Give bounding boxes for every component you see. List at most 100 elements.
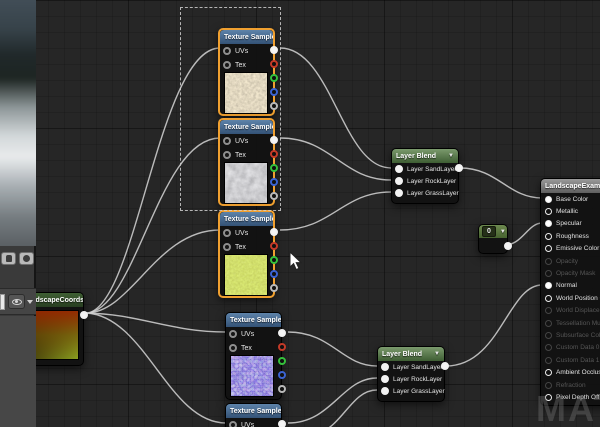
- video-watermark: MAT: [536, 388, 600, 427]
- a-output-pin[interactable]: [270, 284, 278, 292]
- eye-icon: [11, 298, 22, 305]
- node-title: Texture Sample: [224, 215, 273, 223]
- uvs-label: UVs: [235, 229, 249, 237]
- material-input-row: Ambient Occlusion: [541, 366, 600, 378]
- material-preview-viewport[interactable]: [0, 0, 36, 246]
- material-input-row: Subsurface Color: [541, 329, 600, 341]
- search-input[interactable]: [0, 293, 5, 310]
- uvs-input-pin[interactable]: [229, 421, 237, 427]
- world-displacement-pin: [545, 307, 552, 315]
- tex-label: Tex: [235, 243, 246, 251]
- constant-value: 0: [482, 226, 496, 237]
- chevron-down-icon[interactable]: [27, 299, 33, 304]
- preview-shape-sphere-button[interactable]: [19, 252, 34, 265]
- material-input-row: Roughness: [541, 230, 600, 242]
- material-input-row: Base Color: [541, 193, 600, 205]
- texture-sample-node-grass[interactable]: Texture Sample ▲ UVs Tex: [218, 210, 278, 298]
- material-result-node[interactable]: LandscapeExample_ Base Color Metallic Sp…: [540, 178, 600, 406]
- sand-layer-label: Layer SandLayer: [393, 363, 443, 371]
- grass-layer-label: Layer GrassLayer: [393, 387, 445, 395]
- sphere-icon: [23, 255, 30, 262]
- node-header[interactable]: Layer Blend ▼: [378, 347, 444, 361]
- dropdown-icon[interactable]: ▼: [500, 229, 506, 235]
- uvs-input-pin[interactable]: [229, 330, 237, 338]
- node-header[interactable]: LandscapeExample_: [541, 179, 600, 193]
- g-output-pin[interactable]: [278, 357, 286, 365]
- grass-layer-label: Layer GrassLayer: [407, 189, 459, 197]
- constant-node[interactable]: 0 ▼: [478, 224, 512, 254]
- texture-preview-grass: [224, 254, 268, 296]
- specular-pin[interactable]: [545, 220, 552, 228]
- rgb-output-pin[interactable]: [270, 228, 278, 236]
- sand-layer-pin[interactable]: [395, 165, 403, 173]
- material-input-row: Custom Data 1: [541, 354, 600, 366]
- texture-sample-node-normal[interactable]: Texture Sample ▲ UVs Tex: [225, 312, 286, 400]
- opacity-mask-pin: [545, 270, 552, 278]
- normal-pin[interactable]: [545, 282, 552, 290]
- tex-label: Tex: [241, 344, 252, 352]
- emissive-color-pin[interactable]: [545, 245, 552, 253]
- cylinder-icon: [5, 255, 12, 262]
- material-input-row: Emissive Color: [541, 243, 600, 255]
- texture-sample-node-bottom[interactable]: Texture Sample ▲ UVs: [225, 403, 286, 427]
- node-title: Texture Sample: [230, 407, 281, 415]
- connection-wires: [85, 47, 543, 427]
- node-header[interactable]: Layer Blend ▼: [392, 149, 458, 163]
- g-output-pin[interactable]: [270, 256, 278, 264]
- material-input-row: Tessellation Multiplier: [541, 317, 600, 329]
- rgb-output-pin[interactable]: [278, 329, 286, 337]
- material-input-row: Opacity Mask: [541, 267, 600, 279]
- base-color-pin[interactable]: [545, 195, 552, 203]
- texture-preview-normal-map: [230, 355, 274, 397]
- constant-output-pin[interactable]: [504, 242, 512, 250]
- tessellation-multiplier-pin: [545, 319, 552, 327]
- blend-output-pin[interactable]: [455, 164, 463, 172]
- ambient-occlusion-pin[interactable]: [545, 369, 552, 377]
- metallic-pin[interactable]: [545, 208, 552, 216]
- tex-input-pin[interactable]: [229, 344, 237, 352]
- sand-layer-pin[interactable]: [381, 363, 389, 371]
- custom-data-0-pin: [545, 344, 552, 352]
- opacity-pin: [545, 257, 552, 265]
- mouse-cursor: [289, 251, 303, 271]
- node-title: LandscapeExample_: [545, 182, 600, 190]
- subsurface-color-pin: [545, 331, 552, 339]
- rock-layer-pin[interactable]: [395, 177, 403, 185]
- marquee-selection: [180, 7, 281, 211]
- sand-layer-label: Layer SandLayer: [407, 165, 457, 173]
- rock-layer-pin[interactable]: [381, 375, 389, 383]
- roughness-pin[interactable]: [545, 232, 552, 240]
- node-header[interactable]: Texture Sample ▲: [220, 212, 273, 226]
- preview-panel: [0, 0, 36, 427]
- uvs-input-pin[interactable]: [223, 229, 231, 237]
- rock-layer-label: Layer RockLayer: [407, 177, 457, 185]
- grass-layer-pin[interactable]: [395, 189, 403, 197]
- node-header[interactable]: Texture Sample ▲: [226, 313, 281, 327]
- layer-blend-node-top[interactable]: Layer Blend ▼ Layer SandLayer Layer Rock…: [391, 148, 463, 204]
- dropdown-icon[interactable]: ▼: [434, 351, 440, 357]
- node-header[interactable]: 0 ▼: [479, 225, 507, 238]
- layer-blend-node-bottom[interactable]: Layer Blend ▼ Layer SandLayer Layer Rock…: [377, 346, 449, 402]
- grass-layer-pin[interactable]: [381, 387, 389, 395]
- world-position-offset-pin[interactable]: [545, 294, 552, 302]
- preview-shape-cylinder-button[interactable]: [1, 252, 16, 265]
- r-output-pin[interactable]: [270, 242, 278, 250]
- b-output-pin[interactable]: [270, 270, 278, 278]
- node-header[interactable]: Texture Sample ▲: [226, 404, 281, 418]
- b-output-pin[interactable]: [278, 371, 286, 379]
- tex-input-pin[interactable]: [223, 243, 231, 251]
- rock-layer-label: Layer RockLayer: [393, 375, 443, 383]
- material-input-row: Opacity: [541, 255, 600, 267]
- r-output-pin[interactable]: [278, 343, 286, 351]
- panel-background: [0, 316, 36, 427]
- a-output-pin[interactable]: [278, 385, 286, 393]
- material-input-row: Normal: [541, 280, 600, 292]
- rgb-output-pin[interactable]: [278, 420, 286, 427]
- node-title: Layer Blend: [396, 152, 437, 160]
- coords-output-pin[interactable]: [80, 311, 88, 319]
- palette-toolbar: [0, 288, 36, 315]
- dropdown-icon[interactable]: ▼: [448, 153, 454, 159]
- blend-output-pin[interactable]: [441, 362, 449, 370]
- material-input-row: Custom Data 0: [541, 342, 600, 354]
- visibility-button[interactable]: [8, 294, 25, 309]
